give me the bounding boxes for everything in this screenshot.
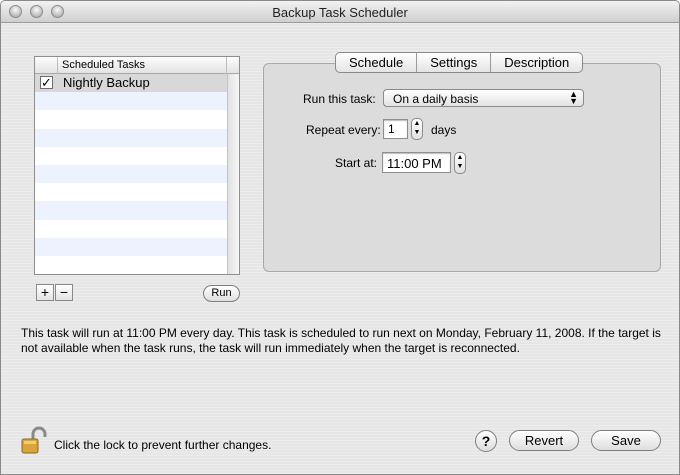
- tab-settings[interactable]: Settings: [416, 53, 490, 72]
- table-header: Scheduled Tasks: [35, 57, 239, 74]
- tab-schedule[interactable]: Schedule: [336, 53, 416, 72]
- run-button[interactable]: Run: [203, 285, 240, 302]
- tab-description[interactable]: Description: [490, 53, 582, 72]
- table-row: [35, 256, 227, 274]
- scheduled-tasks-column-header[interactable]: Scheduled Tasks: [62, 59, 145, 71]
- task-enabled-checkbox[interactable]: ✓: [40, 76, 53, 89]
- start-time-stepper[interactable]: ▲ ▼: [454, 152, 466, 174]
- schedule-summary-text: This task will run at 11:00 PM every day…: [21, 326, 661, 355]
- start-time-field[interactable]: 11:00 PM: [382, 152, 451, 173]
- task-row-nightly-backup[interactable]: ✓ Nightly Backup: [35, 74, 227, 93]
- run-frequency-value: On a daily basis: [393, 92, 479, 106]
- vertical-scrollbar[interactable]: [227, 74, 239, 274]
- save-button[interactable]: Save: [591, 430, 661, 451]
- add-task-button[interactable]: +: [36, 284, 54, 301]
- main-window: Backup Task Scheduler Scheduled Tasks ✓ …: [0, 0, 680, 475]
- table-row: [35, 110, 227, 128]
- scheduled-tasks-table[interactable]: Scheduled Tasks ✓ Nightly Backup: [34, 56, 240, 275]
- table-row: [35, 164, 227, 184]
- table-row: [35, 92, 227, 111]
- tab-bar: Schedule Settings Description: [335, 52, 584, 73]
- table-row: [35, 201, 227, 220]
- table-row: [35, 237, 227, 256]
- run-this-task-label: Run this task:: [303, 92, 376, 106]
- start-at-label: Start at:: [335, 156, 378, 170]
- window-title: Backup Task Scheduler: [272, 5, 408, 20]
- task-rows: ✓ Nightly Backup: [35, 74, 227, 274]
- repeat-every-field[interactable]: 1: [383, 119, 408, 139]
- title-bar: Backup Task Scheduler: [1, 1, 679, 23]
- help-button[interactable]: ?: [475, 430, 497, 452]
- run-frequency-popup[interactable]: On a daily basis ▲ ▼: [383, 89, 584, 107]
- revert-button[interactable]: Revert: [509, 430, 579, 451]
- lock-icon[interactable]: [20, 426, 48, 456]
- table-row: [35, 128, 227, 147]
- table-row: [35, 220, 227, 238]
- popup-arrows-icon: ▲ ▼: [569, 89, 578, 106]
- task-name: Nightly Backup: [63, 75, 150, 90]
- table-row: [35, 183, 227, 201]
- repeat-every-label: Repeat every:: [306, 123, 381, 137]
- repeat-unit-label: days: [431, 123, 457, 137]
- table-header-corner: [226, 57, 239, 74]
- table-row: [35, 147, 227, 165]
- lock-instruction-text: Click the lock to prevent further change…: [54, 438, 272, 452]
- remove-task-button[interactable]: −: [55, 284, 73, 301]
- repeat-every-stepper[interactable]: ▲ ▼: [411, 118, 423, 140]
- checkbox-column-header[interactable]: [35, 57, 58, 74]
